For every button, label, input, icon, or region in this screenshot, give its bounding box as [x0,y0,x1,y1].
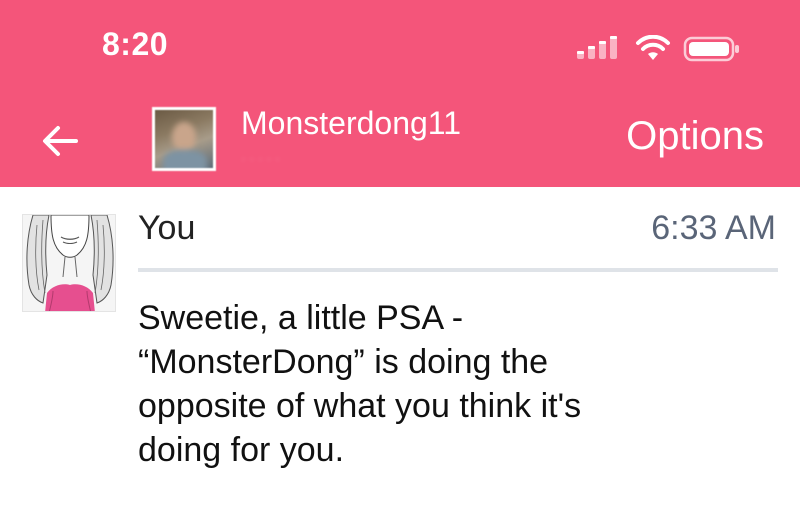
wifi-icon [636,35,670,60]
cellular-signal-icon [577,36,617,59]
message-sender-name: You [138,209,196,247]
contact-subtitle-blurred: · · · · · [241,150,280,166]
message-line: doing for you. [138,431,345,469]
sender-avatar [22,214,116,312]
back-arrow-icon[interactable] [38,118,84,164]
message-line: Sweetie, a little PSA - [138,299,464,337]
conversation-header: 8:20 Monsterdong11 · · · · · Options [0,0,800,187]
contact-avatar[interactable] [152,107,216,171]
contact-username[interactable]: Monsterdong11 [241,105,461,142]
options-button[interactable]: Options [626,114,764,159]
message-line: “MonsterDong” is doing the [138,343,549,381]
status-bar-icons [575,34,741,64]
message-text: Sweetie, a little PSA - “MonsterDong” is… [138,296,758,472]
woman-illustration-icon [23,215,115,311]
message-line: opposite of what you think it's [138,387,582,425]
battery-icon [683,36,739,62]
message-divider [138,268,778,272]
message-timestamp: 6:33 AM [651,209,776,247]
status-bar-time: 8:20 [102,26,169,62]
messaging-app: 8:20 Monsterdong11 · · · · · Options You… [0,0,800,522]
